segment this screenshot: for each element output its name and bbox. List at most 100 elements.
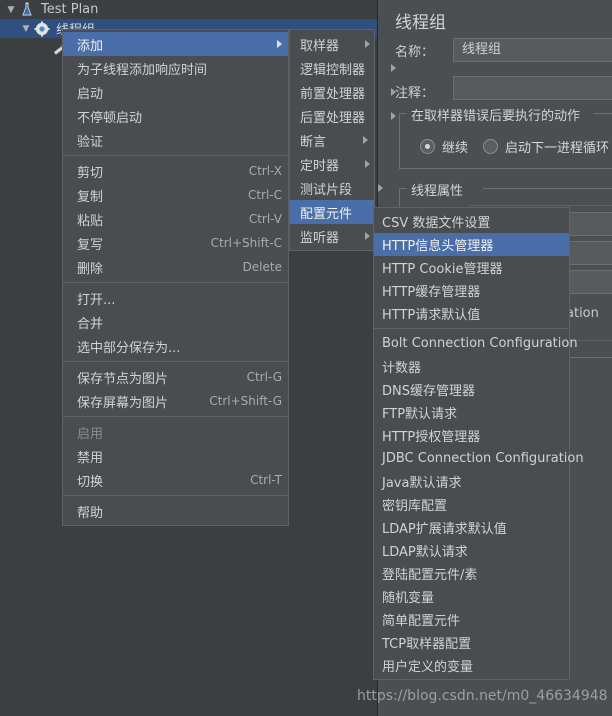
menu-item[interactable]: 剪切 Ctrl-X — [63, 159, 288, 183]
menu-item[interactable]: 取样器 — [290, 32, 374, 56]
radio-next-loop-icon[interactable] — [483, 139, 498, 154]
node-context-menu[interactable]: 添加为子线程添加响应时间 启动不停顿启动验证剪切 Ctrl-X 复制 Ctrl-C 粘贴 C… — [62, 29, 289, 526]
menu-item-label: HTTP信息头管理器 — [382, 239, 494, 254]
menu-item-label: 打开... — [77, 292, 116, 308]
menu-item[interactable]: HTTP授权管理器 — [374, 424, 569, 447]
menu-item[interactable]: 打开... — [63, 286, 288, 310]
menu-item[interactable]: 不停顿启动 — [63, 104, 288, 128]
menu-item-shortcut: Ctrl+Shift-G — [209, 394, 282, 408]
chevron-right-icon — [277, 40, 282, 48]
menu-item-label: 简单配置元件 — [382, 614, 461, 629]
menu-item[interactable]: 逻辑控制器 — [290, 56, 397, 80]
menu-item[interactable]: 粘贴 Ctrl-V — [63, 207, 288, 231]
menu-item-label: 配置元件 — [300, 206, 353, 222]
menu-item[interactable]: 复制 Ctrl-C — [63, 183, 288, 207]
menu-item-label: 合并 — [77, 316, 104, 332]
menu-item-label: 粘贴 — [77, 213, 104, 229]
menu-item-label: 添加 — [77, 38, 104, 54]
menu-item[interactable]: 帮助 — [63, 499, 288, 523]
menu-item[interactable]: 密钥库配置 — [374, 493, 569, 516]
name-field-row: 名称： 线程组 — [395, 38, 612, 62]
menu-item[interactable]: DNS缓存管理器 — [374, 378, 569, 401]
menu-item[interactable]: 启动 — [63, 80, 288, 104]
menu-item[interactable]: 为子线程添加响应时间 — [63, 56, 288, 80]
menu-item[interactable]: 定时器 — [290, 152, 374, 176]
menu-item[interactable]: 用户定义的变量 — [374, 654, 569, 677]
menu-item-label: Java默认请求 — [382, 476, 462, 491]
menu-item[interactable]: 计数器 — [374, 355, 569, 378]
menu-separator — [63, 361, 288, 362]
menu-item[interactable]: JDBC Connection Configuration — [374, 447, 584, 470]
menu-separator — [374, 328, 569, 329]
menu-item[interactable]: 简单配置元件 — [374, 608, 569, 631]
chevron-right-icon — [365, 40, 371, 48]
menu-item-label: 用户定义的变量 — [382, 660, 474, 675]
menu-item[interactable]: LDAP默认请求 — [374, 539, 569, 562]
menu-item-label: 启用 — [77, 426, 104, 442]
add-submenu[interactable]: 取样器逻辑控制器前置处理器后置处理器 断言 定时器测试片段配置元件监听器 — [289, 29, 397, 251]
menu-item[interactable]: 合并 — [63, 310, 288, 334]
menu-item-label: 不停顿启动 — [77, 110, 143, 126]
menu-item-label: 切换 — [77, 474, 104, 490]
menu-item[interactable]: LDAP扩展请求默认值 — [374, 516, 569, 539]
menu-item[interactable]: 前置处理器 — [290, 80, 397, 104]
menu-item-label: 为子线程添加响应时间 — [77, 62, 208, 78]
menu-item[interactable]: HTTP缓存管理器 — [374, 279, 569, 302]
radio-continue-icon[interactable] — [420, 139, 435, 154]
menu-item-label: 保存屏幕为图片 — [77, 395, 169, 411]
menu-item[interactable]: 测试片段 — [290, 176, 384, 200]
menu-item[interactable]: Java默认请求 — [374, 470, 569, 493]
menu-item-label: 取样器 — [300, 38, 340, 54]
chevron-right-icon — [391, 88, 397, 96]
menu-item[interactable]: 删除 Delete — [63, 255, 288, 279]
menu-item[interactable]: 添加 — [63, 32, 288, 56]
menu-item[interactable]: 启用 — [63, 420, 288, 444]
menu-item-label: HTTP授权管理器 — [382, 430, 481, 445]
chevron-down-icon[interactable]: ▼ — [19, 24, 33, 34]
menu-item[interactable]: 后置处理器 — [290, 104, 397, 128]
menu-item[interactable]: 断言 — [290, 128, 374, 152]
menu-item[interactable]: FTP默认请求 — [374, 401, 569, 424]
menu-item-shortcut: Ctrl+Shift-C — [210, 236, 282, 250]
menu-item[interactable]: HTTP Cookie管理器 — [374, 256, 569, 279]
menu-item[interactable]: TCP取样器配置 — [374, 631, 569, 654]
menu-item[interactable]: 监听器 — [290, 224, 374, 248]
chevron-down-icon[interactable]: ▼ — [4, 5, 18, 15]
menu-item-label: 保存节点为图片 — [77, 371, 169, 387]
menu-item[interactable]: CSV 数据文件设置 — [374, 210, 569, 233]
watermark-text: https://blog.csdn.net/m0_46634948 — [357, 688, 608, 704]
menu-item[interactable]: 选中部分保存为... — [63, 334, 288, 358]
menu-item-label: 登陆配置元件/素 — [382, 568, 478, 583]
menu-item-label: TCP取样器配置 — [382, 637, 472, 652]
comment-input[interactable] — [453, 76, 612, 100]
menu-item-shortcut: Ctrl-V — [248, 212, 282, 226]
tree-item-test-plan[interactable]: ▼ Test Plan — [0, 0, 377, 19]
menu-item-label: 测试片段 — [300, 182, 353, 198]
menu-item[interactable]: 保存节点为图片 Ctrl-G — [63, 365, 288, 389]
menu-item-label: 帮助 — [77, 505, 104, 521]
menu-item[interactable]: 切换 Ctrl-T — [63, 468, 288, 492]
menu-item[interactable]: Bolt Connection Configuration — [374, 332, 578, 355]
menu-item[interactable]: 禁用 — [63, 444, 288, 468]
menu-item[interactable]: 保存屏幕为图片 Ctrl+Shift-G — [63, 389, 288, 413]
menu-item[interactable]: HTTP信息头管理器 — [374, 233, 569, 256]
menu-item[interactable]: HTTP请求默认值 — [374, 302, 569, 325]
menu-item-label: 启动 — [77, 86, 104, 102]
radio-continue-row[interactable]: 继续 — [420, 137, 468, 156]
tree-item-label: Test Plan — [41, 2, 99, 17]
menu-item[interactable]: 验证 — [63, 128, 288, 152]
name-label: 名称： — [395, 44, 435, 60]
menu-item[interactable]: 配置元件 — [290, 200, 384, 224]
menu-item-label: 验证 — [77, 134, 104, 150]
group-border-right — [593, 113, 612, 114]
menu-item-label: HTTP请求默认值 — [382, 308, 481, 323]
config-element-submenu[interactable]: CSV 数据文件设置 HTTP信息头管理器 HTTP Cookie管理器 HTTP缓存… — [373, 207, 584, 680]
name-input[interactable]: 线程组 — [453, 38, 612, 62]
menu-item-label: 前置处理器 — [300, 86, 366, 102]
menu-item[interactable]: 复写 Ctrl+Shift-C — [63, 231, 288, 255]
menu-separator — [63, 416, 288, 417]
radio-next-loop-row[interactable]: 启动下一进程循环 — [483, 137, 609, 156]
menu-item[interactable]: 随机变量 — [374, 585, 569, 608]
menu-separator — [63, 282, 288, 283]
menu-item[interactable]: 登陆配置元件/素 — [374, 562, 569, 585]
